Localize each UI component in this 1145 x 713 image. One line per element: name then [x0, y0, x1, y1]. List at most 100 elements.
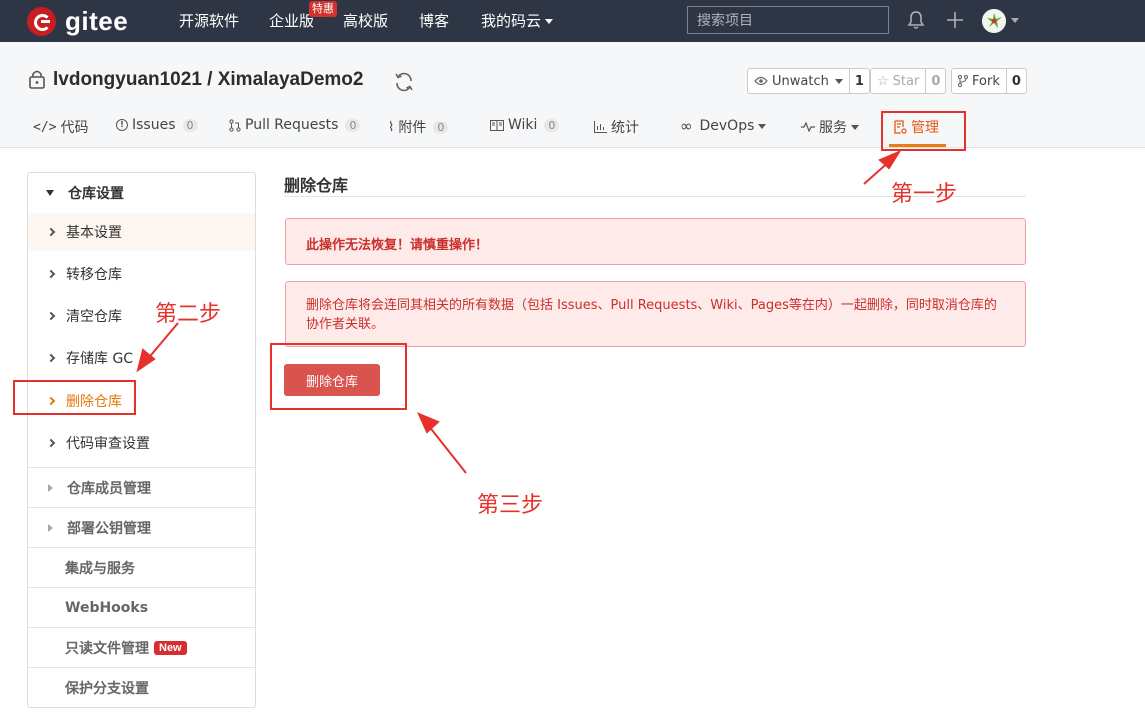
tab-services[interactable]: 服务: [801, 117, 859, 137]
sidebar-group-label: 集成与服务: [65, 560, 135, 577]
sidebar-item-label: 基本设置: [66, 225, 122, 241]
nav-blog[interactable]: 博客: [419, 10, 449, 31]
tab-code-label: 代码: [60, 120, 89, 136]
tab-devops[interactable]: ∞ DevOps: [680, 117, 767, 135]
sidebar-group-label: 部署公钥管理: [67, 520, 151, 537]
sidebar-group-protected-branches[interactable]: 保护分支设置: [28, 667, 255, 707]
arrow-step3-shaft: [427, 424, 467, 474]
nav-my-gitee[interactable]: 我的码云: [481, 10, 553, 31]
tab-stats-label: 统计: [611, 120, 639, 136]
repo-title[interactable]: lvdongyuan1021 / XimalayaDemo2: [53, 69, 363, 91]
tab-services-label: 服务: [819, 120, 847, 136]
code-icon: </>: [33, 119, 57, 135]
sidebar-item-gc[interactable]: 存储库 GC: [28, 339, 255, 377]
star-button[interactable]: ☆ Star: [871, 69, 927, 93]
star-button-group[interactable]: ☆ Star 0: [870, 68, 947, 94]
search-input[interactable]: [687, 6, 889, 34]
page-title: 删除仓库: [284, 176, 349, 195]
star-label: Star: [892, 73, 920, 89]
chevron-right-icon: [46, 311, 56, 321]
annotation-step2-label: 第二步: [155, 302, 222, 327]
fork-button[interactable]: Fork: [952, 69, 1007, 93]
chevron-right-icon: [46, 227, 56, 237]
promo-badge: 特惠: [309, 1, 337, 17]
tab-pr-count: 0: [345, 118, 361, 132]
arrow-step3-head: [417, 412, 440, 434]
gitee-logo-icon: [27, 6, 56, 36]
sidebar-item-label: 代码审查设置: [66, 436, 150, 452]
avatar[interactable]: [982, 9, 1006, 33]
bell-icon[interactable]: [905, 9, 927, 31]
pull-request-icon: [229, 118, 241, 132]
star-icon: ☆: [877, 73, 889, 89]
chart-icon: [594, 121, 607, 133]
annotation-box-step3: [270, 343, 407, 410]
tab-attachments[interactable]: ⌇ 附件 0: [388, 117, 449, 137]
sidebar-group-members[interactable]: 仓库成员管理: [28, 467, 255, 507]
fork-button-group[interactable]: Fork 0: [951, 68, 1027, 94]
sidebar-item-code-review[interactable]: 代码审查设置: [28, 424, 255, 462]
sidebar-item-transfer[interactable]: 转移仓库: [28, 255, 255, 293]
tab-issues-label: Issues: [132, 117, 176, 133]
annotation-box-step1: [881, 111, 966, 151]
caret-down-icon: [834, 78, 843, 84]
star-count[interactable]: 0: [926, 69, 945, 93]
tab-pull-requests[interactable]: Pull Requests 0: [229, 117, 361, 133]
watch-count[interactable]: 1: [850, 69, 869, 93]
sidebar-group-label: WebHooks: [65, 599, 149, 616]
sidebar-item-label: 转移仓库: [66, 267, 122, 283]
infinity-icon: ∞: [680, 117, 693, 135]
caret-down-icon: [758, 123, 767, 129]
issue-icon: !: [116, 119, 128, 131]
tab-code[interactable]: </> 代码: [33, 117, 88, 137]
plus-icon[interactable]: [944, 9, 966, 31]
chevron-right-icon: [46, 438, 56, 448]
sidebar-item-label: 存储库 GC: [66, 351, 134, 367]
arrow-step1-head: [878, 149, 902, 170]
chevron-right-icon: [46, 269, 56, 279]
sidebar-section-header[interactable]: 仓库设置: [28, 173, 255, 213]
fork-count[interactable]: 0: [1007, 69, 1026, 93]
nav-enterprise[interactable]: 企业版: [269, 10, 314, 31]
tab-attachments-label: 附件: [398, 120, 427, 136]
settings-sidebar: 仓库设置 基本设置 转移仓库 清空仓库 存储库 GC 删除仓库 代码审查设置 仓…: [27, 172, 256, 708]
tab-attachments-count: 0: [433, 120, 449, 134]
watch-label: Unwatch: [772, 73, 829, 89]
new-badge: New: [154, 640, 187, 655]
watch-button-group[interactable]: Unwatch 1: [747, 68, 870, 94]
lock-icon: [29, 70, 45, 89]
annotation-step3-label: 第三步: [477, 493, 544, 518]
pulse-icon: [801, 122, 815, 132]
sidebar-item-label: 清空仓库: [66, 309, 122, 325]
sidebar-group-integrations[interactable]: 集成与服务: [28, 547, 255, 587]
sidebar-group-deploy-keys[interactable]: 部署公钥管理: [28, 507, 255, 547]
annotation-step1-label: 第一步: [891, 182, 958, 207]
watch-button[interactable]: Unwatch: [748, 69, 850, 93]
arrow-step1-shaft: [863, 158, 893, 185]
sidebar-group-label: 仓库成员管理: [67, 480, 151, 497]
sidebar-group-webhooks[interactable]: WebHooks: [28, 587, 255, 627]
sync-icon[interactable]: [393, 71, 415, 93]
avatar-image-icon: [982, 9, 1006, 33]
avatar-caret-icon[interactable]: [1011, 18, 1019, 23]
annotation-box-step2: [13, 380, 136, 415]
caret-down-icon: [851, 124, 859, 130]
sidebar-group-label: 只读文件管理: [65, 640, 149, 657]
tab-issues[interactable]: ! Issues 0: [116, 117, 198, 133]
warning-alert: 此操作无法恢复！请慎重操作！: [285, 218, 1026, 265]
tab-stats[interactable]: 统计: [594, 117, 639, 137]
caret-down-icon: [46, 190, 54, 196]
sidebar-group-readonly-files[interactable]: 只读文件管理 New: [28, 627, 255, 667]
logo-text: gitee: [65, 5, 129, 36]
eye-icon: [754, 76, 768, 86]
nav-open-source[interactable]: 开源软件: [179, 10, 239, 31]
chevron-right-icon: [46, 353, 56, 363]
gitee-logo[interactable]: gitee: [27, 6, 128, 36]
nav-university[interactable]: 高校版: [343, 10, 388, 31]
caret-right-icon: [48, 483, 53, 492]
tab-pr-label: Pull Requests: [245, 117, 339, 133]
tab-wiki[interactable]: Wiki 0: [490, 117, 560, 133]
description-alert: 删除仓库将会连同其相关的所有数据（包括 Issues、Pull Requests…: [285, 281, 1026, 347]
sidebar-item-basic-settings[interactable]: 基本设置: [28, 213, 255, 251]
tab-devops-label: DevOps: [699, 118, 755, 134]
